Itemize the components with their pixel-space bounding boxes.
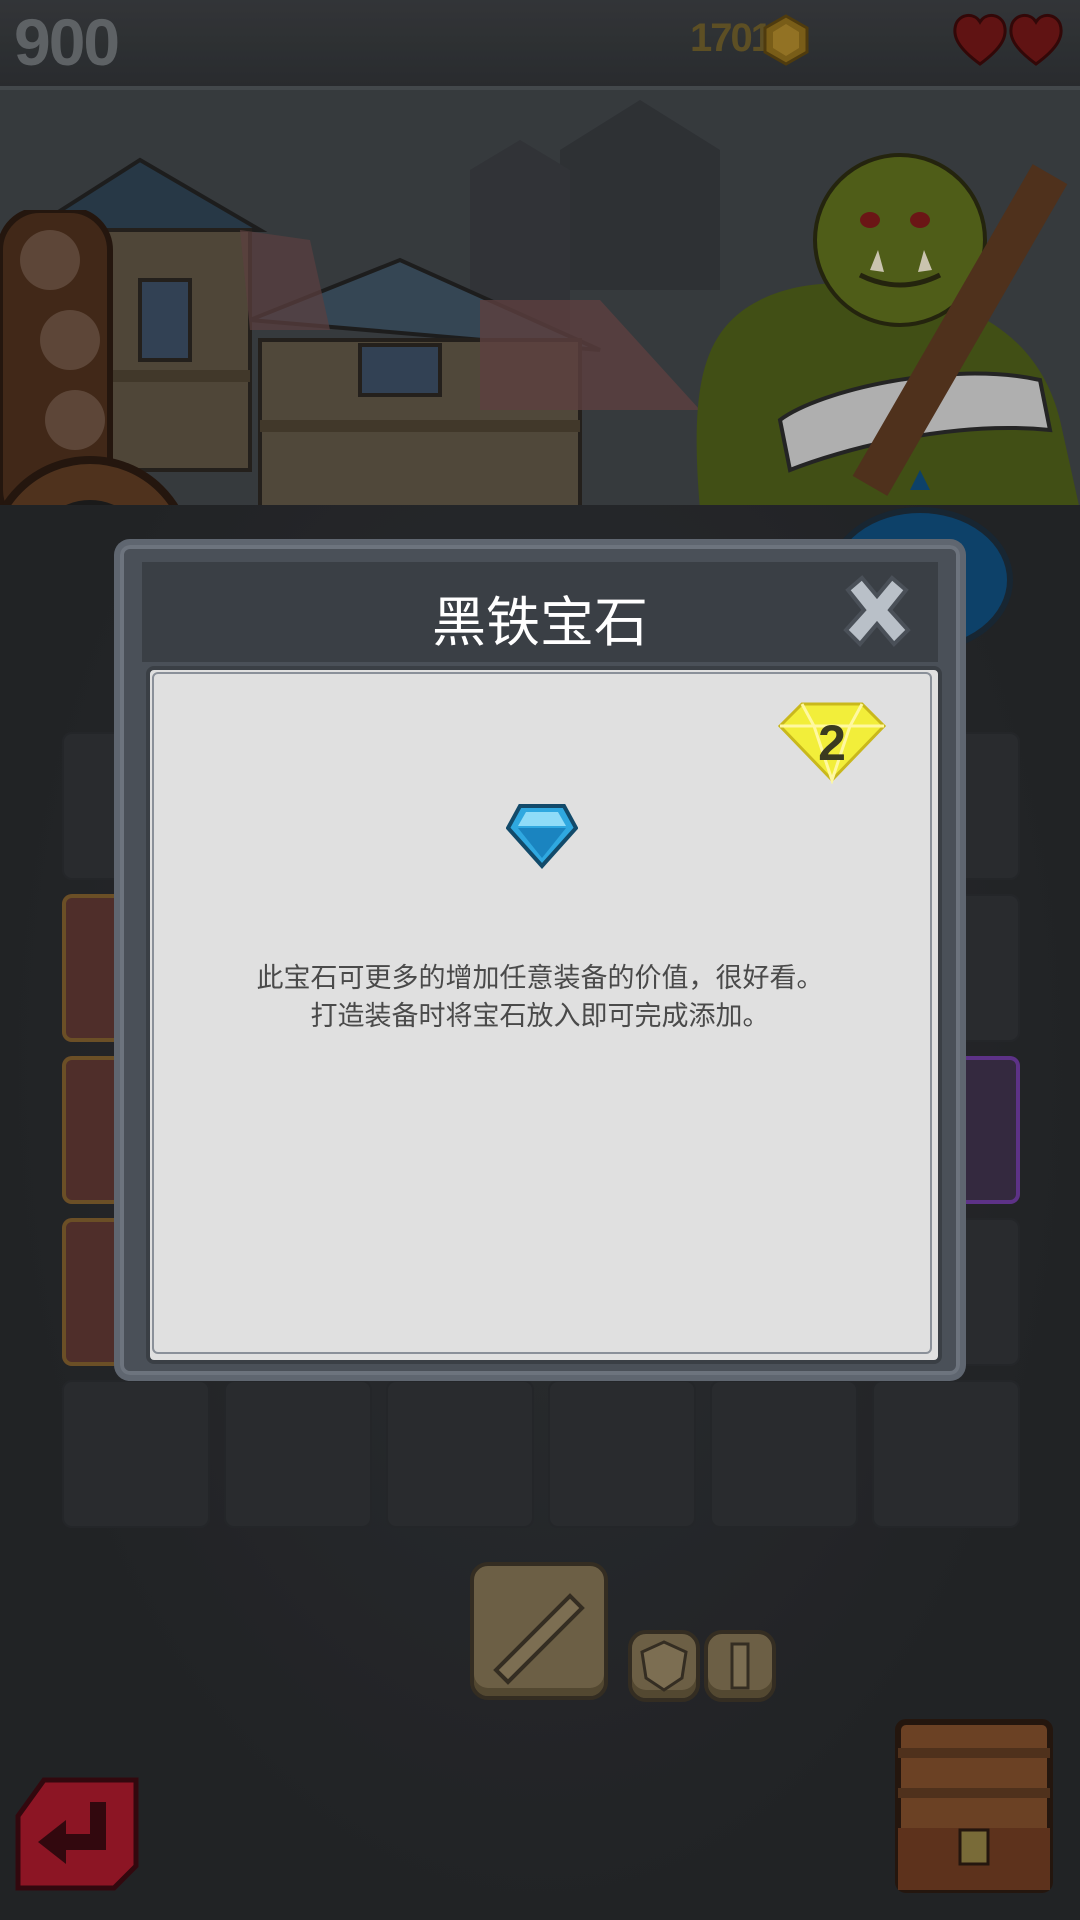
blue-gem-icon	[506, 804, 578, 869]
close-x-icon	[843, 575, 911, 647]
level-number: 2	[818, 715, 846, 771]
close-button[interactable]	[834, 572, 920, 658]
item-description-line: 此宝石可更多的增加任意装备的价值，很好看。	[256, 963, 824, 994]
item-description-line: 打造装备时将宝石放入即可完成添加。	[310, 1001, 770, 1032]
dialog-title: 黑铁宝石	[432, 591, 648, 654]
